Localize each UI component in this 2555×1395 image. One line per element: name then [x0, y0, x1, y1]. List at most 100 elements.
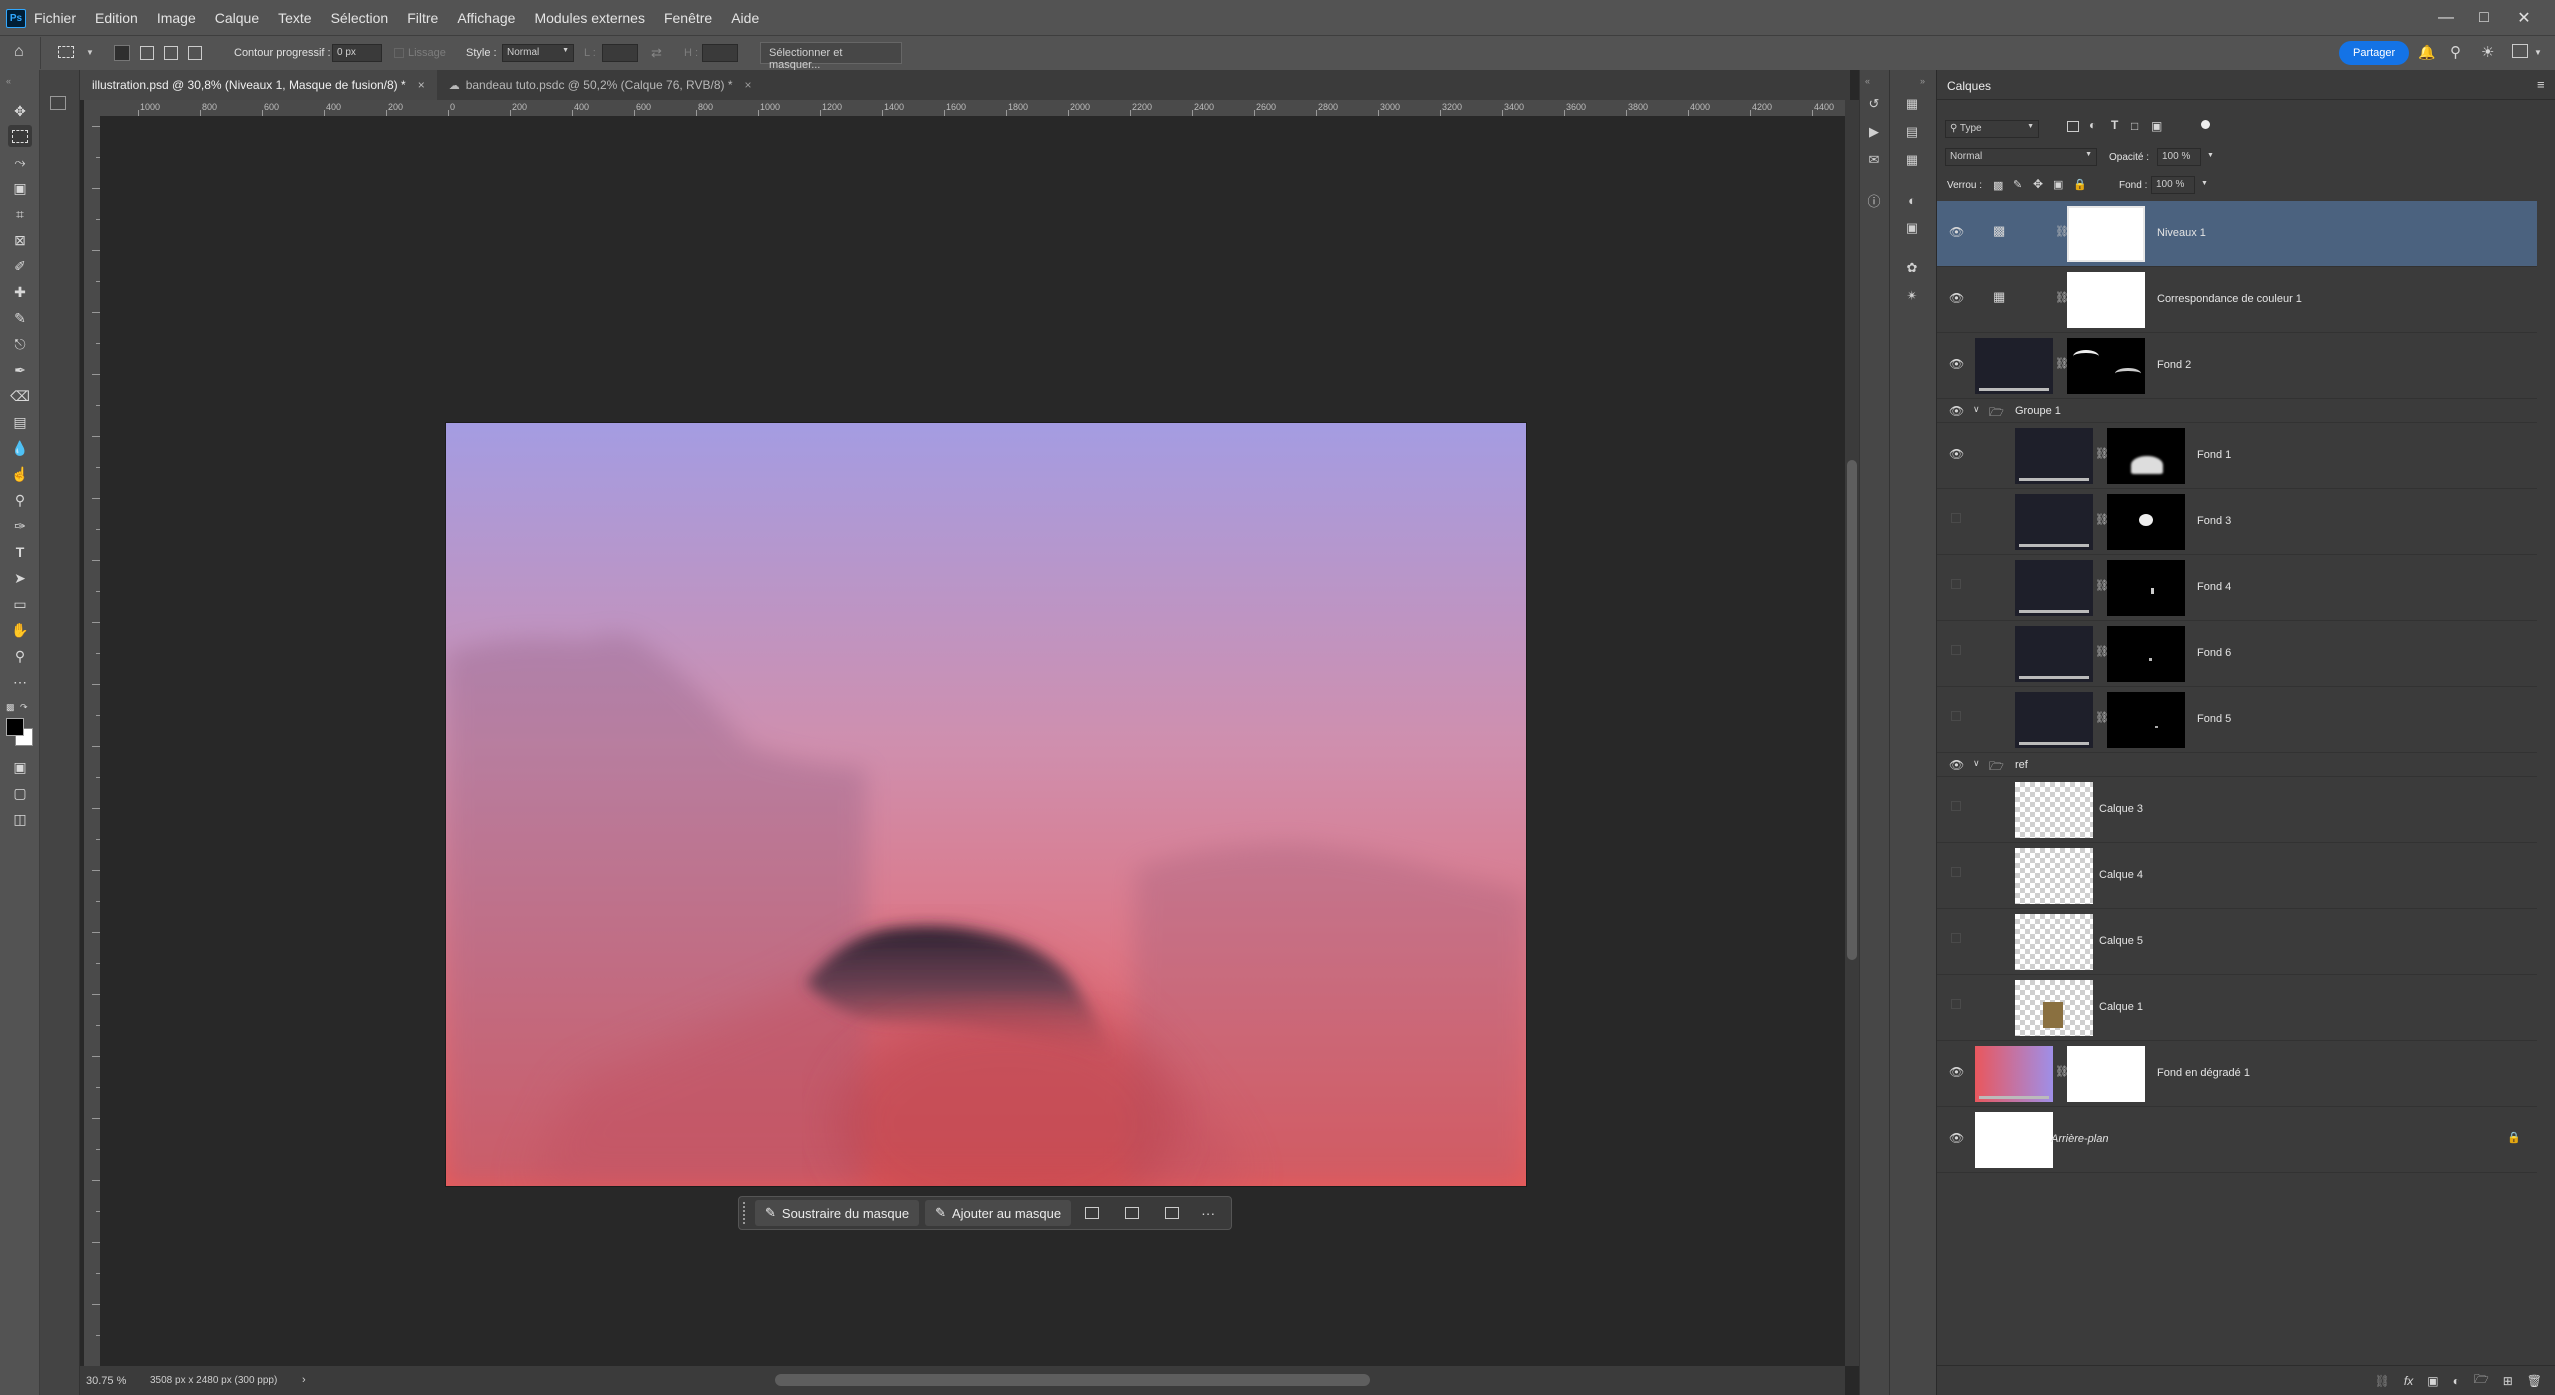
visibility-toggle-off[interactable] [1951, 867, 1961, 877]
layer-thumbnail[interactable] [1975, 1112, 2053, 1168]
layer-row-fond-1[interactable]: 👁 ⛓ Fond 1 [1937, 423, 2537, 489]
smudge-tool-icon[interactable]: ☝ [8, 463, 32, 485]
visibility-eye-icon[interactable]: 👁 [1949, 447, 1964, 461]
visibility-toggle-off[interactable] [1951, 711, 1961, 721]
layer-thumbnail[interactable] [2015, 692, 2093, 748]
close-window-button[interactable]: ✕ [2506, 0, 2542, 35]
add-to-mask-button[interactable]: ✎ Ajouter au masque [925, 1200, 1072, 1226]
bell-icon[interactable]: 🔔 [2418, 44, 2435, 61]
expand-icon[interactable]: « [1865, 76, 1870, 86]
styles-icon[interactable]: ✿ [1902, 258, 1922, 278]
chevron-down-icon[interactable]: ∨ [1973, 758, 1980, 769]
chevron-down-icon[interactable]: ▼ [2207, 152, 2214, 159]
visibility-eye-icon[interactable]: 👁 [1949, 357, 1964, 371]
swap-icon[interactable]: ⇄ [651, 45, 662, 61]
zoom-level[interactable]: 30.75 % [86, 1375, 126, 1387]
horizontal-scroll-thumb[interactable] [775, 1374, 1370, 1386]
crop-tool-icon[interactable]: ⌗ [8, 203, 32, 225]
foreground-color-swatch[interactable] [6, 718, 24, 736]
comment-icon[interactable]: ✉ [1864, 150, 1884, 170]
minimize-button[interactable]: — [2428, 0, 2464, 35]
layer-filter-select[interactable]: ⚲ Type ▼ [1945, 120, 2039, 138]
type-tool-icon[interactable]: T [8, 541, 32, 563]
history-icon[interactable]: ↺ [1864, 94, 1884, 114]
visibility-toggle-off[interactable] [1951, 999, 1961, 1009]
add-mask-icon[interactable]: ▣ [2427, 1374, 2438, 1388]
layer-row-fond-3[interactable]: ⛓ Fond 3 [1937, 489, 2537, 555]
eraser-tool-icon[interactable]: ⌫ [8, 385, 32, 407]
channels-icon[interactable]: ▦ [1902, 150, 1922, 170]
menu-affichage[interactable]: Affichage [457, 10, 515, 26]
layer-row-calque-4[interactable]: Calque 4 [1937, 843, 2537, 909]
brush-tool-icon[interactable]: ✎ [8, 307, 32, 329]
menu-calque[interactable]: Calque [215, 10, 259, 26]
filter-type-icon[interactable]: T [2111, 118, 2118, 132]
blend-mode-select[interactable]: Normal ▼ [1945, 148, 2097, 166]
filter-pixel-icon[interactable] [2067, 121, 2079, 132]
lasso-tool-icon[interactable]: ⤳ [8, 151, 32, 173]
layers-panel-title[interactable]: Calques [1947, 79, 1991, 93]
close-icon[interactable]: × [418, 78, 425, 92]
tab-bandeau-tuto[interactable]: ☁ bandeau tuto.psdc @ 50,2% (Calque 76, … [437, 70, 764, 100]
trash-icon[interactable]: 🗑 [2527, 1374, 2542, 1388]
play-icon[interactable]: ▶ [1864, 122, 1884, 142]
collapse-icon[interactable]: « [6, 76, 11, 86]
pen-tool-icon[interactable]: ✑ [8, 515, 32, 537]
filter-smart-object-icon[interactable]: ▣ [2151, 119, 2162, 133]
gradient-tool-icon[interactable]: ▤ [8, 411, 32, 433]
blur-tool-icon[interactable]: 💧 [8, 437, 32, 459]
layer-mask-thumbnail[interactable] [2107, 494, 2185, 550]
visibility-eye-icon[interactable]: 👁 [1949, 1065, 1964, 1079]
search-icon[interactable]: ⚲ [2450, 43, 2461, 61]
fx-icon[interactable]: fx [2404, 1374, 2413, 1388]
layer-thumbnail[interactable] [2015, 626, 2093, 682]
layer-row-fond-6[interactable]: ⛓ Fond 6 [1937, 621, 2537, 687]
filter-adjustment-icon[interactable]: ◐ [2089, 118, 2096, 132]
stamp-tool-icon[interactable]: ⎋ [8, 333, 32, 355]
delete-mask-icon[interactable] [1165, 1207, 1180, 1219]
visibility-toggle-off[interactable] [1951, 579, 1961, 589]
layer-thumbnail[interactable] [2015, 494, 2093, 550]
marquee-tool-icon[interactable] [8, 125, 32, 147]
feather-input[interactable]: 0 px [332, 44, 382, 62]
group-row-ref[interactable]: 👁 ∨ 🗁 ref [1937, 753, 2537, 777]
more-tools-icon[interactable]: ⋯ [8, 671, 32, 693]
subtract-from-mask-button[interactable]: ✎ Soustraire du masque [755, 1200, 920, 1226]
layer-thumbnail[interactable] [2015, 560, 2093, 616]
add-selection-icon[interactable] [140, 46, 154, 60]
chevron-down-icon[interactable]: ∨ [1973, 404, 1980, 415]
layer-row-fond-2[interactable]: 👁 ⛓ Fond 2 [1937, 333, 2537, 399]
invert-mask-icon[interactable] [1085, 1207, 1100, 1219]
chevron-down-icon[interactable]: ▼ [2201, 180, 2208, 187]
hand-tool-icon[interactable]: ✋ [8, 619, 32, 641]
fill-input[interactable]: 100 % [2151, 176, 2195, 194]
opacity-input[interactable]: 100 % [2157, 148, 2201, 166]
close-icon[interactable]: × [745, 78, 752, 92]
layer-thumbnail[interactable] [2015, 848, 2093, 904]
width-input[interactable] [602, 44, 638, 62]
layer-row-calque-5[interactable]: Calque 5 [1937, 909, 2537, 975]
quick-mask-icon[interactable]: ▣ [8, 756, 32, 778]
menu-modules-externes[interactable]: Modules externes [534, 10, 645, 26]
layer-thumbnail[interactable] [1975, 338, 2053, 394]
path-select-tool-icon[interactable]: ➤ [8, 567, 32, 589]
visibility-toggle-off[interactable] [1951, 801, 1961, 811]
maximize-button[interactable]: □ [2466, 0, 2502, 35]
lock-transparency-icon[interactable]: ▩ [1993, 179, 2003, 192]
layer-row-arriere-plan[interactable]: 👁 Arrière-plan 🔒 [1937, 1107, 2537, 1173]
visibility-eye-icon[interactable]: 👁 [1949, 758, 1964, 772]
layer-mask-thumbnail[interactable] [2107, 560, 2185, 616]
new-selection-icon[interactable] [114, 45, 130, 61]
disable-mask-icon[interactable] [1125, 1207, 1140, 1219]
layer-mask-thumbnail[interactable] [2067, 338, 2145, 394]
menu-fenetre[interactable]: Fenêtre [664, 10, 712, 26]
lightbulb-icon[interactable]: ☀ [2481, 43, 2494, 61]
info-icon[interactable]: ⓘ [1864, 190, 1884, 210]
menu-edition[interactable]: Edition [95, 10, 138, 26]
more-options-icon[interactable]: ··· [1201, 1205, 1215, 1221]
layer-thumbnail[interactable] [2015, 428, 2093, 484]
rectangle-tool-icon[interactable]: ▭ [8, 593, 32, 615]
layer-row-fond-5[interactable]: ⛓ Fond 5 [1937, 687, 2537, 753]
layer-mask-thumbnail[interactable] [2067, 206, 2145, 262]
intersect-selection-icon[interactable] [188, 46, 202, 60]
